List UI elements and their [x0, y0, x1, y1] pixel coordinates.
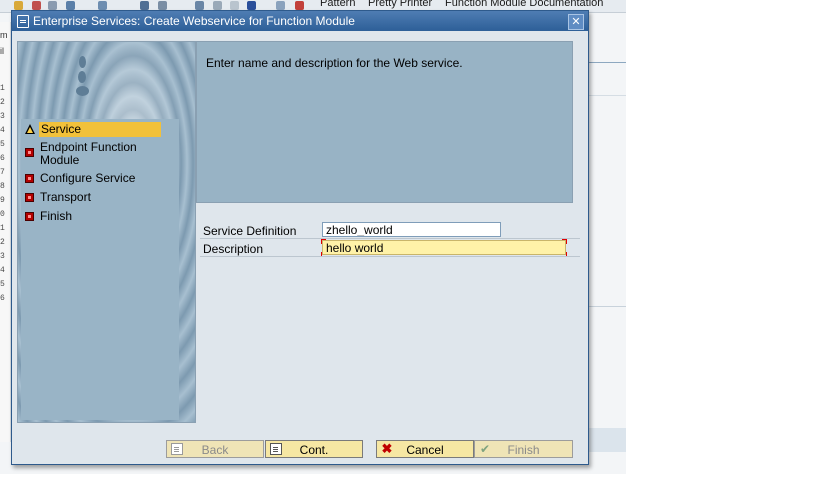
function-module-documentation-button[interactable]: Function Module Documentation — [445, 0, 603, 9]
dialog-title: Enterprise Services: Create Webservice f… — [33, 14, 355, 28]
step-finish[interactable]: Finish — [21, 210, 179, 224]
continue-button[interactable]: Cont. — [265, 440, 363, 458]
line-number: 3 — [0, 112, 5, 121]
toolbar-icon[interactable] — [247, 1, 256, 10]
wizard-steps-panel: Service Endpoint Function Module Configu… — [17, 41, 196, 423]
field-divider — [200, 256, 580, 257]
pattern-button[interactable]: Pattern — [320, 0, 355, 9]
background-text-fragment: m — [0, 30, 8, 40]
water-drop-graphic — [79, 56, 86, 68]
background-divider — [587, 306, 626, 307]
line-number: 4 — [0, 266, 5, 275]
description-row: Description — [200, 239, 580, 257]
warning-icon — [25, 124, 35, 134]
instruction-panel: Enter name and description for the Web s… — [196, 41, 573, 203]
step-configure-service[interactable]: Configure Service — [21, 172, 179, 186]
cancel-button[interactable]: ✖ Cancel — [376, 440, 474, 458]
water-drop-graphic — [78, 71, 86, 83]
step-label: Configure Service — [40, 171, 136, 185]
error-icon — [25, 148, 34, 157]
toolbar-icon[interactable] — [32, 1, 41, 10]
toolbar-icon[interactable] — [195, 1, 204, 10]
toolbar-icon[interactable] — [48, 1, 57, 10]
toolbar-icon[interactable] — [98, 1, 107, 10]
error-icon — [25, 212, 34, 221]
required-marker — [562, 239, 567, 244]
step-transport[interactable]: Transport — [21, 191, 179, 205]
toolbar-icon[interactable] — [158, 1, 167, 10]
finish-button[interactable]: ✔ Finish — [474, 440, 573, 458]
line-number: 8 — [0, 182, 5, 191]
continue-button-label: Cont. — [299, 443, 329, 457]
line-number: 4 — [0, 126, 5, 135]
error-icon — [25, 193, 34, 202]
required-marker — [321, 239, 326, 244]
pencil-icon[interactable] — [14, 1, 23, 10]
service-definition-label: Service Definition — [203, 224, 297, 238]
window-icon — [17, 15, 29, 28]
line-number: 3 — [0, 252, 5, 261]
dialog-titlebar[interactable]: Enterprise Services: Create Webservice f… — [12, 11, 588, 31]
toolbar-icon[interactable] — [295, 1, 304, 10]
toolbar-icon[interactable] — [66, 1, 75, 10]
toolbar-icon[interactable] — [213, 1, 222, 10]
background-text-fragment: il — [0, 46, 4, 56]
background-divider — [587, 62, 626, 63]
cancel-button-label: Cancel — [406, 443, 444, 457]
close-icon[interactable]: ✕ — [568, 14, 584, 30]
step-endpoint-function-module[interactable]: Endpoint Function Module — [21, 141, 179, 169]
line-number: 6 — [0, 154, 5, 163]
line-number: 2 — [0, 98, 5, 107]
line-number: 0 — [0, 210, 5, 219]
step-service[interactable]: Service — [21, 122, 179, 137]
service-definition-row: Service Definition — [200, 222, 580, 239]
line-number: 9 — [0, 196, 5, 205]
line-number: 2 — [0, 238, 5, 247]
toolbar-icon[interactable] — [230, 1, 239, 10]
line-number: 5 — [0, 140, 5, 149]
line-number: 6 — [0, 294, 5, 303]
step-label: Transport — [40, 190, 91, 204]
background-divider — [587, 95, 626, 96]
description-input[interactable] — [322, 240, 566, 255]
toolbar-icon[interactable] — [276, 1, 285, 10]
service-definition-input[interactable] — [322, 222, 501, 237]
step-label: Service — [39, 122, 161, 137]
finish-button-label: Finish — [507, 443, 540, 457]
pretty-printer-button[interactable]: Pretty Printer — [368, 0, 432, 9]
create-webservice-dialog: Enterprise Services: Create Webservice f… — [11, 10, 589, 465]
water-drop-graphic — [76, 86, 89, 96]
line-number: 7 — [0, 168, 5, 177]
back-button[interactable]: Back — [166, 440, 264, 458]
toolbar-icon[interactable] — [140, 1, 149, 10]
step-label: Endpoint Function Module — [40, 140, 137, 167]
line-number: 5 — [0, 280, 5, 289]
instruction-text: Enter name and description for the Web s… — [206, 56, 463, 70]
line-number: 1 — [0, 224, 5, 233]
back-button-label: Back — [201, 443, 229, 457]
step-label: Finish — [40, 209, 73, 223]
line-number: 1 — [0, 84, 5, 93]
field-divider — [200, 238, 580, 239]
wizard-step-list: Service Endpoint Function Module Configu… — [21, 119, 179, 420]
description-label: Description — [203, 242, 264, 256]
background-status-strip — [587, 428, 626, 452]
error-icon — [25, 174, 34, 183]
